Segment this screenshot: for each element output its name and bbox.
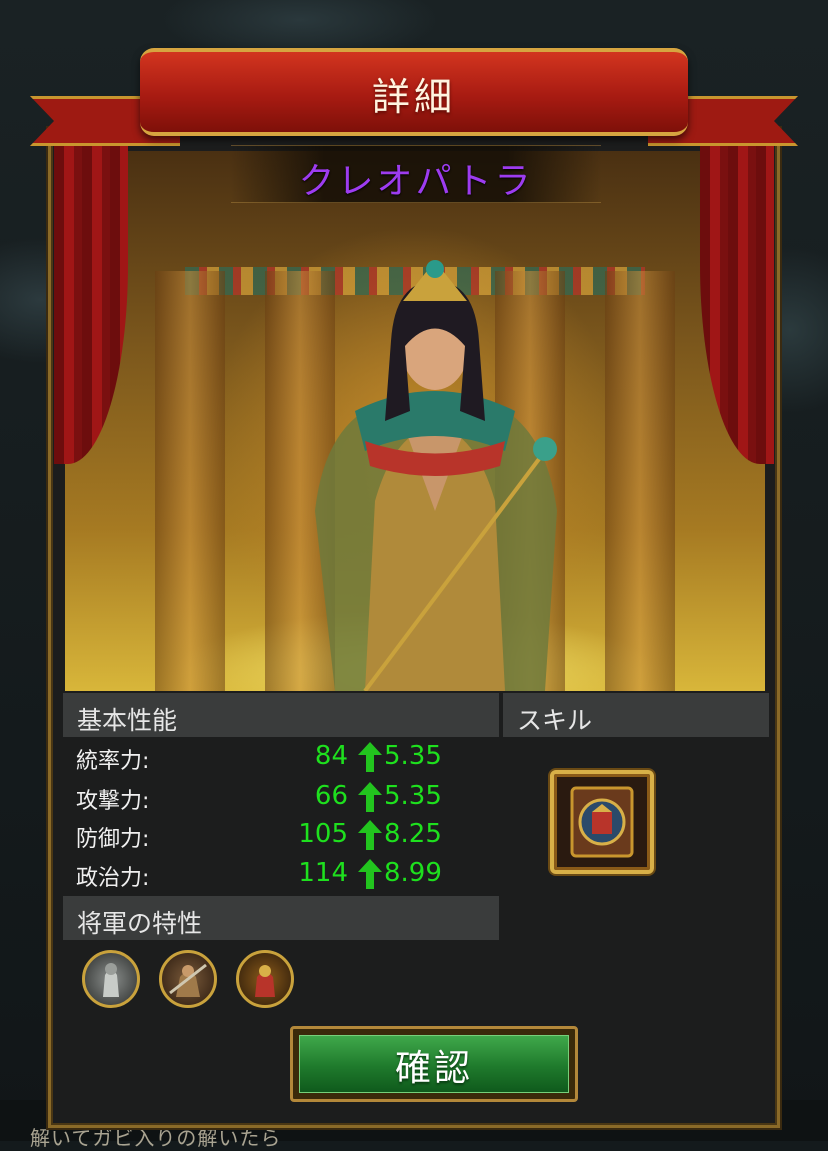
dialog-title: 詳細 bbox=[371, 75, 456, 119]
stat-label: 攻撃力: bbox=[76, 789, 150, 814]
up-arrow-icon bbox=[358, 859, 382, 889]
stat-row-politics: 政治力: 114 8.99 bbox=[76, 855, 456, 893]
traits-header: 将軍の特性 bbox=[63, 896, 499, 940]
temple-column bbox=[155, 271, 225, 691]
trait-knight-icon[interactable] bbox=[82, 950, 140, 1008]
stat-label: 防御力: bbox=[76, 827, 150, 852]
general-name-banner: クレオパトラ bbox=[231, 145, 601, 203]
confirm-button[interactable]: 確認 bbox=[290, 1026, 578, 1102]
stat-row-defense: 防御力: 105 8.25 bbox=[76, 816, 456, 854]
skills-header-label: スキル bbox=[517, 706, 593, 735]
stat-label: 統率力: bbox=[76, 749, 150, 774]
temple-column bbox=[605, 271, 675, 691]
up-arrow-icon bbox=[358, 782, 382, 812]
stat-value: 84 bbox=[314, 741, 348, 771]
title-ribbon: 詳細 bbox=[140, 48, 688, 136]
cleopatra-figure bbox=[315, 260, 557, 691]
general-name: クレオパトラ bbox=[298, 161, 534, 202]
stat-increase: 8.99 bbox=[384, 858, 442, 888]
detail-panel: クレオパトラ 基本性能 スキル 将軍の特性 bbox=[48, 128, 780, 1128]
trait-warrior-icon[interactable] bbox=[159, 950, 217, 1008]
general-portrait bbox=[65, 151, 765, 691]
stat-value: 66 bbox=[314, 781, 348, 811]
stat-row-attack: 攻撃力: 66 5.35 bbox=[76, 778, 456, 816]
up-arrow-icon bbox=[358, 742, 382, 772]
stat-row-leadership: 統率力: 84 5.35 bbox=[76, 738, 456, 776]
stats-header: 基本性能 bbox=[63, 693, 499, 737]
stat-value: 105 bbox=[298, 819, 348, 849]
stats-header-label: 基本性能 bbox=[77, 706, 178, 735]
stat-label: 政治力: bbox=[76, 866, 150, 891]
up-arrow-icon bbox=[358, 820, 382, 850]
trait-soldier-icon[interactable] bbox=[236, 950, 294, 1008]
stat-value: 114 bbox=[298, 858, 348, 888]
traits-header-label: 将軍の特性 bbox=[77, 909, 203, 938]
stat-increase: 8.25 bbox=[384, 819, 442, 849]
skills-header: スキル bbox=[503, 693, 769, 737]
stat-increase: 5.35 bbox=[384, 741, 442, 771]
skill-book-icon[interactable] bbox=[550, 770, 654, 874]
stat-increase: 5.35 bbox=[384, 781, 442, 811]
confirm-button-label: 確認 bbox=[394, 1048, 473, 1089]
